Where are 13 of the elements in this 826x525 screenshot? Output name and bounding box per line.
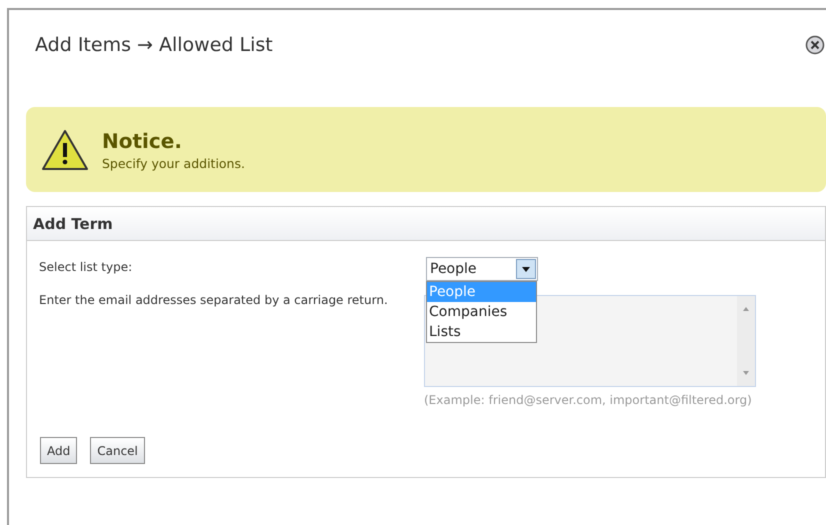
field-label: Enter the email addresses separated by a carriage return. (39, 293, 389, 307)
close-icon[interactable] (805, 35, 825, 55)
warning-icon (40, 128, 90, 172)
cancel-button[interactable]: Cancel (90, 437, 145, 464)
scrollbar-icon (737, 296, 755, 386)
caret-icon (516, 259, 536, 279)
field-label: Select list type: (39, 260, 134, 274)
notice-title: Notice. (102, 128, 183, 152)
list-type-select[interactable]: People (426, 257, 538, 281)
example-hint: (Example: friend@server.com, important@filtered.org) (424, 393, 753, 407)
notice-message: Specify your additions. (102, 156, 245, 170)
add-button[interactable]: Add (40, 437, 78, 464)
window-title: Add Items → Allowed List (35, 34, 273, 56)
